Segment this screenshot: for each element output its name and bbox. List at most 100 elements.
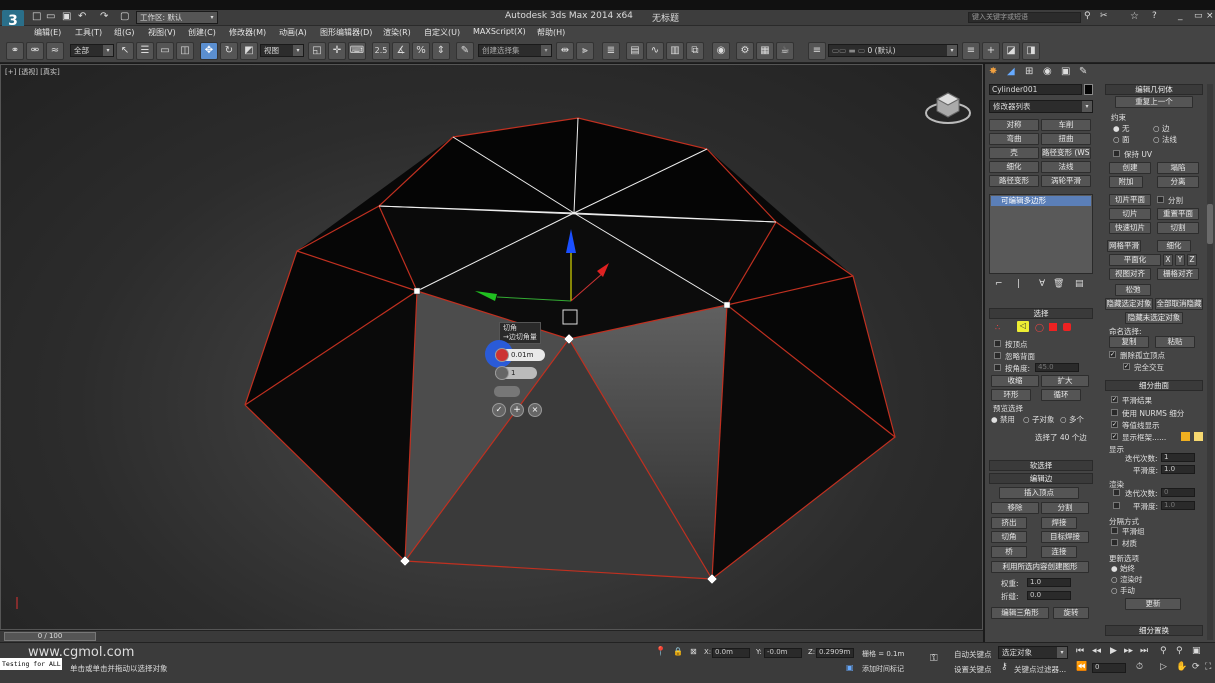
search-input[interactable]: 键入关键字或短语 (968, 12, 1081, 23)
edit-triangulation-button[interactable]: 编辑三角形 (991, 607, 1049, 619)
angle-spinner[interactable]: 45.0 (1035, 363, 1079, 372)
split-checkbox[interactable] (1157, 196, 1164, 203)
stack-item-editable-poly[interactable]: 可编辑多边形 (991, 196, 1091, 206)
create-shape-button[interactable]: 利用所选内容创建图形 (991, 561, 1089, 573)
edit-named-sel-icon[interactable]: ✎ (456, 42, 474, 60)
menu-animation[interactable]: 动画(A) (279, 27, 307, 38)
select-by-name-icon[interactable]: ☰ (136, 42, 154, 60)
planarize-x-button[interactable]: X (1163, 254, 1173, 266)
render-icon[interactable]: ☕ (776, 42, 794, 60)
edit-geometry-rollout-header[interactable]: 编辑几何体 (1105, 84, 1203, 95)
keyboard-shortcut-icon[interactable]: ⌨ (348, 42, 366, 60)
schematic-view-icon[interactable]: ⧉ (686, 42, 704, 60)
by-angle-checkbox[interactable] (994, 364, 1001, 371)
play-icon[interactable]: ▶ (1110, 646, 1117, 656)
copy-button[interactable]: 复制 (1109, 336, 1149, 348)
create-button[interactable]: 创建 (1109, 162, 1151, 174)
grow-button[interactable]: 扩大 (1041, 375, 1089, 387)
rendered-frame-icon[interactable]: ▦ (756, 42, 774, 60)
pivot-center-icon[interactable]: ◱ (308, 42, 326, 60)
time-slider-thumb[interactable]: 0 / 100 (4, 632, 96, 641)
preview-subobj-radio[interactable]: ○ 子对象 (1023, 414, 1054, 425)
update-manual-radio[interactable]: ○ 手动 (1111, 585, 1135, 596)
pathdeform-button[interactable]: 路径变形 (989, 175, 1039, 187)
utilities-tab-icon[interactable]: ✎ (1079, 66, 1087, 77)
render-iterations-spinner[interactable]: 0 (1161, 488, 1195, 497)
ribbon-icon[interactable]: ▤ (626, 42, 644, 60)
workspace-dropdown[interactable]: 工作区: 默认 ▾ (136, 11, 218, 24)
hide-unselected-button[interactable]: 隐藏未选定对象 (1125, 312, 1183, 324)
by-vertex-checkbox[interactable] (994, 340, 1001, 347)
loop-button[interactable]: 循环 (1041, 389, 1081, 401)
menu-views[interactable]: 视图(V) (148, 27, 176, 38)
update-render-radio[interactable]: ○ 渲染时 (1111, 574, 1142, 585)
open-file-icon[interactable]: ▭ (46, 11, 55, 22)
grid-align-button[interactable]: 栅格对齐 (1157, 268, 1199, 280)
goto-start-icon[interactable]: ⏮ (1076, 646, 1084, 656)
minimize-icon[interactable]: _ (1178, 11, 1183, 21)
add-time-tag-icon[interactable]: ▣ (846, 663, 854, 672)
reset-plane-button[interactable]: 重置平面 (1157, 208, 1199, 220)
window-crossing-icon[interactable]: ◫ (176, 42, 194, 60)
edge-level-icon[interactable]: ◁ (1017, 321, 1029, 332)
hierarchy-tab-icon[interactable]: ⊞ (1025, 66, 1033, 77)
slice-button[interactable]: 切片 (1109, 208, 1151, 220)
create-layer-icon[interactable]: ≡ (962, 42, 980, 60)
render-iter-checkbox[interactable] (1113, 489, 1120, 496)
iterations-spinner[interactable]: 1 (1161, 453, 1195, 462)
cancel-icon[interactable]: × (528, 403, 542, 417)
binoculars-icon[interactable]: ⚲ (1084, 11, 1091, 21)
turbosmooth-button[interactable]: 涡轮平滑 (1041, 175, 1091, 187)
add-time-tag[interactable]: 添加时间标记 (862, 664, 904, 674)
render-smoothness-spinner[interactable]: 1.0 (1161, 501, 1195, 510)
layer-manager-icon[interactable]: ≣ (602, 42, 620, 60)
pan-icon[interactable]: ✋ (1176, 662, 1187, 672)
ok-icon[interactable]: ✓ (492, 403, 506, 417)
set-key-icon[interactable]: ⚷ (1001, 662, 1008, 672)
constraint-normal-radio[interactable]: ○ 法线 (1153, 134, 1177, 145)
ref-coord-dropdown[interactable]: 视图 ▾ (260, 44, 304, 57)
remove-modifier-icon[interactable]: 🗑 (1053, 279, 1064, 289)
isoline-checkbox[interactable]: ✓ (1111, 421, 1118, 428)
constraint-none-radio[interactable]: ● 无 (1113, 123, 1129, 134)
selection-filter-dropdown[interactable]: 全部 ▾ (70, 44, 114, 57)
unlink-icon[interactable]: ⚮ (26, 42, 44, 60)
paste-button[interactable]: 粘贴 (1155, 336, 1195, 348)
named-selection-dropdown[interactable]: 创建选择集 ▾ (478, 44, 552, 57)
close-icon[interactable]: × (1206, 11, 1214, 21)
undo-icon[interactable]: ↶ (78, 11, 86, 22)
constraint-edge-radio[interactable]: ○ 边 (1153, 123, 1169, 134)
scale-icon[interactable]: ◩ (240, 42, 258, 60)
update-button[interactable]: 更新 (1125, 598, 1181, 610)
goto-end-icon[interactable]: ⏭ (1140, 646, 1148, 656)
normal-button[interactable]: 法线 (1041, 161, 1091, 173)
add-to-layer-icon[interactable]: + (982, 42, 1000, 60)
align-icon[interactable]: ⫸ (576, 42, 594, 60)
object-name-field[interactable]: Cylinder001 (989, 84, 1082, 95)
edit-edges-rollout-header[interactable]: 编辑边 (989, 473, 1093, 484)
shrink-button[interactable]: 收缩 (991, 375, 1039, 387)
render-setup-icon[interactable]: ⚙ (736, 42, 754, 60)
constraint-face-radio[interactable]: ○ 面 (1113, 134, 1129, 145)
x-coord-field[interactable]: 0.0m (712, 648, 750, 658)
help-icon[interactable]: ? (1152, 11, 1157, 21)
ring-button[interactable]: 环形 (991, 389, 1031, 401)
menu-edit[interactable]: 编辑(E) (34, 27, 61, 38)
favorites-icon[interactable]: ☆ (1130, 11, 1139, 22)
selection-lock-icon[interactable]: 📍 (655, 647, 666, 657)
pin-stack-icon[interactable]: ⌐ (995, 279, 1003, 289)
subdivision-rollout-header[interactable]: 细分曲面 (1105, 380, 1203, 391)
apply-icon[interactable]: + (510, 403, 524, 417)
make-unique-icon[interactable]: ∀ (1039, 279, 1045, 289)
tessellate-geo-button[interactable]: 细化 (1157, 240, 1191, 252)
snap-toggle-icon[interactable]: 2.5 (372, 42, 390, 60)
layer-tools-icon[interactable]: ≡ (808, 42, 826, 60)
show-end-result-icon[interactable]: | (1017, 279, 1020, 289)
mirror-icon[interactable]: ⇹ (556, 42, 574, 60)
menu-group[interactable]: 组(G) (114, 27, 134, 38)
spinner-snap-icon[interactable]: ⇕ (432, 42, 450, 60)
restore-icon[interactable]: ▭ (1194, 11, 1203, 21)
bend-button[interactable]: 弯曲 (989, 133, 1039, 145)
panel-scrollbar[interactable] (1207, 84, 1213, 640)
twist-button[interactable]: 扭曲 (1041, 133, 1091, 145)
